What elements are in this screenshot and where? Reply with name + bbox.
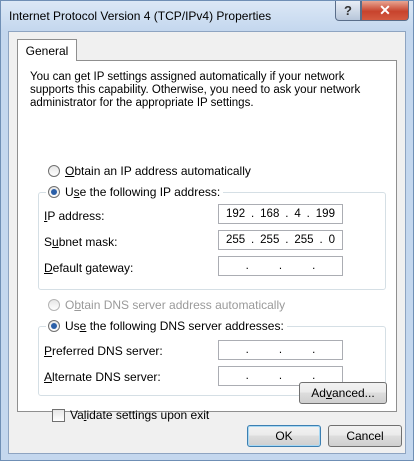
- ip-auto-radio-row[interactable]: Obtain an IP address automatically: [48, 164, 251, 178]
- ip-dot: .: [245, 344, 249, 356]
- ip-address-label: IP address:: [44, 209, 105, 223]
- ip-dot: .: [312, 344, 316, 356]
- ip-dot: .: [251, 234, 255, 246]
- ip-octet: 255: [294, 234, 314, 246]
- dns-manual-label: Use the following DNS server addresses:: [65, 319, 284, 333]
- validate-checkbox-row[interactable]: Validate settings upon exit: [52, 408, 209, 422]
- ip-dot: .: [312, 370, 316, 382]
- ip-octet: 4: [294, 208, 301, 220]
- ip-manual-radio[interactable]: [48, 186, 60, 198]
- ip-dot: .: [278, 344, 283, 356]
- dns-manual-radio[interactable]: [48, 320, 60, 332]
- dns-manual-radio-row[interactable]: Use the following DNS server addresses:: [46, 319, 287, 333]
- validate-checkbox[interactable]: [52, 408, 65, 422]
- window-title: Internet Protocol Version 4 (TCP/IPv4) P…: [9, 9, 272, 23]
- ip-dot: .: [245, 370, 249, 382]
- close-button[interactable]: ✕: [361, 1, 409, 21]
- ok-button[interactable]: OK: [247, 425, 321, 447]
- ip-octet: 168: [260, 208, 280, 220]
- validate-label: Validate settings upon exit: [70, 408, 210, 422]
- cancel-label: Cancel: [346, 429, 384, 443]
- ip-manual-radio-row[interactable]: Use the following IP address:: [46, 185, 224, 199]
- ip-dot: .: [319, 234, 323, 246]
- dns-auto-radio: [48, 299, 60, 311]
- advanced-button[interactable]: Advanced...: [299, 382, 387, 404]
- dns-auto-radio-row: Obtain DNS server address automatically: [48, 298, 285, 312]
- ip-dot: .: [285, 208, 289, 220]
- ip-dot: .: [278, 370, 283, 382]
- ip-dot: .: [278, 260, 283, 272]
- general-panel: You can get IP settings assigned automat…: [17, 60, 397, 422]
- ip-dot: .: [245, 260, 249, 272]
- ip-octet: 255: [260, 234, 280, 246]
- ip-dot: .: [312, 260, 316, 272]
- ip-dot: .: [285, 234, 289, 246]
- ip-address-input[interactable]: 192. 168. 4. 199: [218, 204, 343, 224]
- ip-octet: 199: [315, 208, 335, 220]
- help-icon: ?: [344, 3, 352, 18]
- tab-general-label: General: [25, 43, 69, 58]
- preferred-dns-input[interactable]: . . .: [218, 340, 343, 360]
- ip-octet: 192: [225, 208, 246, 220]
- ip-manual-label: Use the following IP address:: [65, 185, 221, 199]
- dns-auto-label: Obtain DNS server address automatically: [65, 298, 286, 312]
- dialog-client-area: General You can get IP settings assigned…: [8, 31, 406, 454]
- help-button[interactable]: ?: [335, 1, 361, 21]
- close-icon: ✕: [379, 2, 391, 18]
- ip-dot: .: [306, 208, 310, 220]
- preferred-dns-label: Preferred DNS server:: [44, 344, 163, 358]
- default-gateway-label: Default gateway:: [44, 261, 134, 275]
- description-text: You can get IP settings assigned automat…: [30, 71, 361, 109]
- ok-label: OK: [275, 429, 293, 443]
- ip-octet: 0: [328, 234, 335, 246]
- subnet-mask-label: Subnet mask:: [44, 235, 118, 249]
- cancel-button[interactable]: Cancel: [328, 425, 402, 447]
- advanced-label: Advanced...: [311, 386, 375, 400]
- ip-dot: .: [251, 208, 255, 220]
- default-gateway-input[interactable]: . . .: [218, 256, 343, 276]
- title-bar[interactable]: Internet Protocol Version 4 (TCP/IPv4) P…: [1, 1, 413, 31]
- subnet-mask-input[interactable]: 255. 255. 255. 0: [218, 230, 343, 250]
- ip-auto-label: Obtain an IP address automatically: [65, 164, 251, 178]
- dialog-window: Internet Protocol Version 4 (TCP/IPv4) P…: [0, 0, 414, 461]
- ip-octet: 255: [225, 234, 246, 246]
- ip-auto-radio[interactable]: [48, 165, 60, 177]
- tab-general[interactable]: General: [17, 39, 77, 61]
- alternate-dns-label: Alternate DNS server:: [44, 370, 161, 384]
